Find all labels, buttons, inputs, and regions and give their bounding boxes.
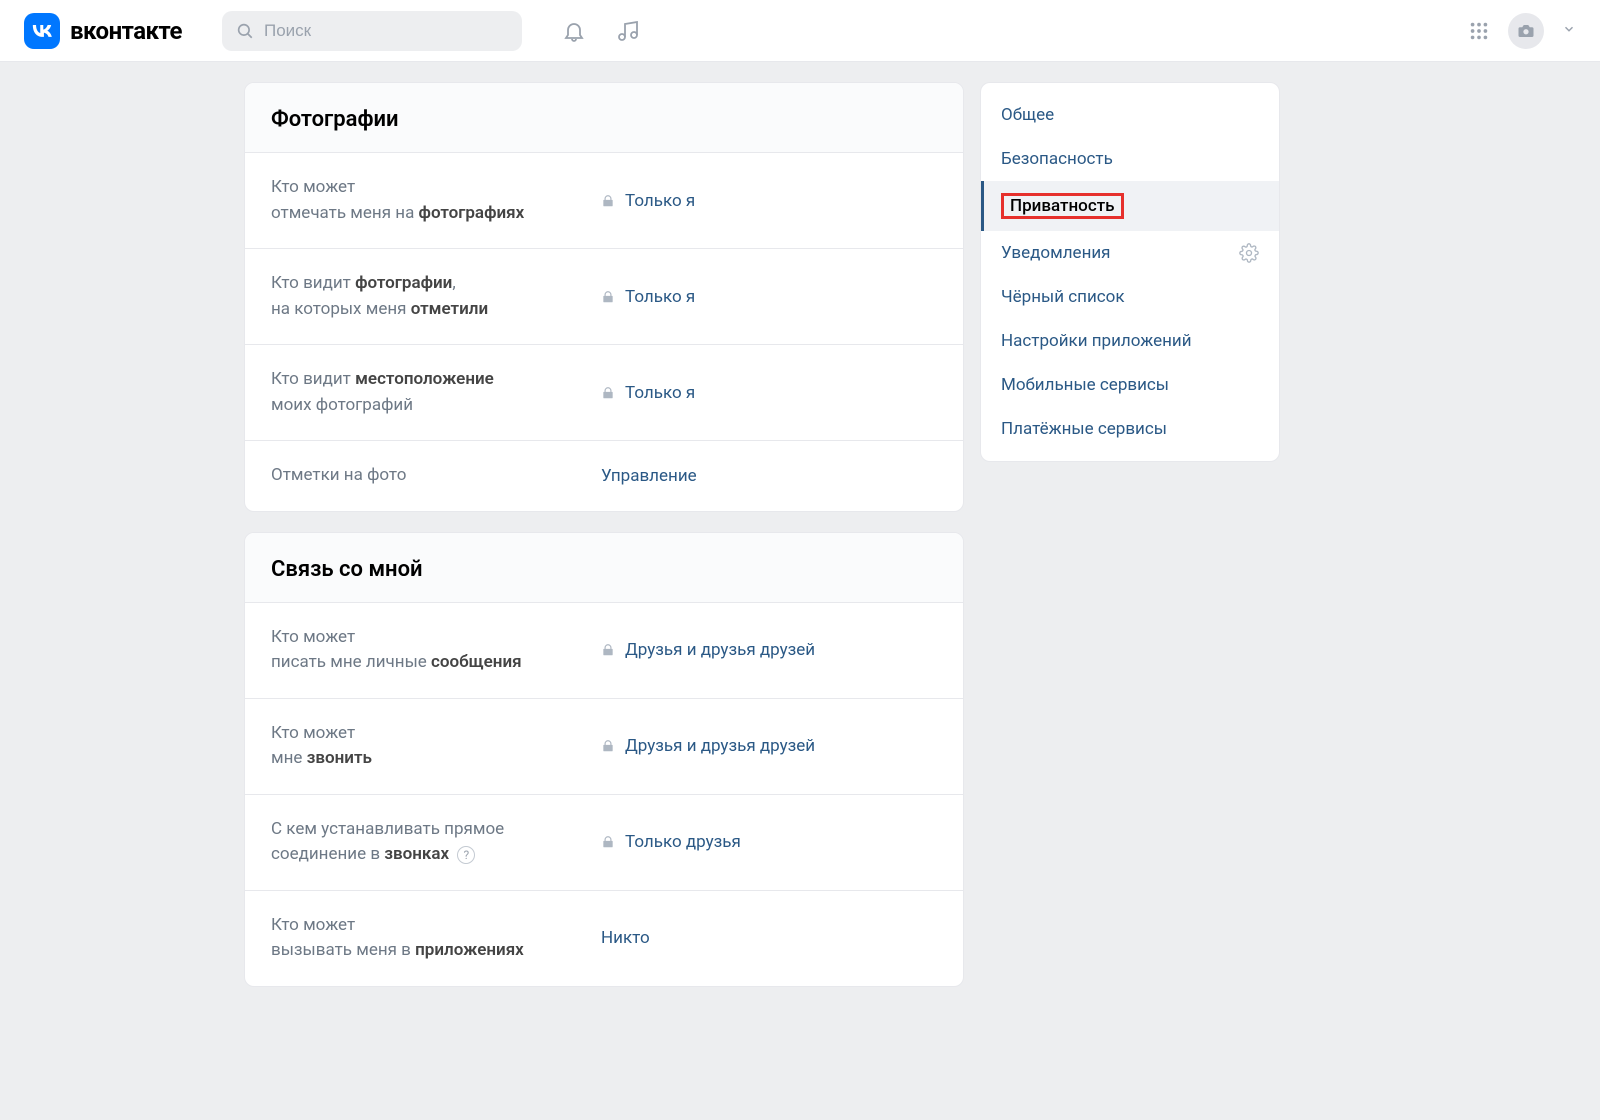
- setting-value[interactable]: Друзья и друзья друзей: [601, 640, 815, 660]
- apps-grid-icon[interactable]: [1468, 20, 1490, 42]
- sidebar-item-label: Уведомления: [1001, 243, 1111, 263]
- setting-label: Кто можетотмечать меня на фотографиях: [271, 175, 601, 226]
- setting-value-text: Только друзья: [625, 832, 741, 852]
- setting-value[interactable]: Только друзья: [601, 832, 741, 852]
- sidebar-item-label: Безопасность: [1001, 149, 1113, 169]
- setting-label: Кто можетписать мне личные сообщения: [271, 625, 601, 676]
- music-icon[interactable]: [616, 19, 640, 43]
- sidebar-item-label: Общее: [1001, 105, 1054, 125]
- search-icon: [236, 22, 254, 40]
- search-input[interactable]: [264, 21, 508, 41]
- settings-card: ФотографииКто можетотмечать меня на фото…: [244, 82, 964, 512]
- sidebar-item-label: Настройки приложений: [1001, 331, 1192, 351]
- card-title: Связь со мной: [245, 533, 963, 603]
- sidebar-item-label: Приватность: [1010, 196, 1115, 216]
- setting-row: Кто можетотмечать меня на фотографиях Тол…: [245, 153, 963, 249]
- gear-icon[interactable]: [1239, 243, 1259, 263]
- setting-row: С кем устанавливать прямоесоединение в з…: [245, 795, 963, 891]
- sidebar-item-5[interactable]: Настройки приложений: [981, 319, 1279, 363]
- search-box[interactable]: [222, 11, 522, 51]
- main-column: ФотографииКто можетотмечать меня на фото…: [244, 82, 964, 987]
- sidebar-item-7[interactable]: Платёжные сервисы: [981, 407, 1279, 451]
- lock-icon: [601, 643, 615, 657]
- setting-value[interactable]: Никто: [601, 928, 650, 948]
- lock-icon: [601, 290, 615, 304]
- sidebar-item-label: Мобильные сервисы: [1001, 375, 1169, 395]
- setting-row: Кто видит фотографии,на которых меня отм…: [245, 249, 963, 345]
- right-icons: [1468, 13, 1576, 49]
- setting-label: С кем устанавливать прямоесоединение в з…: [271, 817, 601, 868]
- logo[interactable]: вконтакте: [24, 13, 182, 49]
- lock-icon: [601, 739, 615, 753]
- sidebar-item-6[interactable]: Мобильные сервисы: [981, 363, 1279, 407]
- setting-row: Кто можетмне звонить Друзья и друзья друз…: [245, 699, 963, 795]
- sidebar-item-1[interactable]: Безопасность: [981, 137, 1279, 181]
- setting-value-text: Только я: [625, 287, 695, 307]
- setting-value-text: Управление: [601, 466, 697, 486]
- setting-label: Кто можетвызывать меня в приложениях: [271, 913, 601, 964]
- setting-value[interactable]: Только я: [601, 383, 695, 403]
- setting-value[interactable]: Друзья и друзья друзей: [601, 736, 815, 756]
- sidebar-item-0[interactable]: Общее: [981, 93, 1279, 137]
- settings-card: Связь со мнойКто можетписать мне личные …: [244, 532, 964, 987]
- setting-value-text: Друзья и друзья друзей: [625, 736, 815, 756]
- setting-value-text: Только я: [625, 383, 695, 403]
- setting-row: Отметки на фотоУправление: [245, 441, 963, 511]
- lock-icon: [601, 835, 615, 849]
- setting-label: Кто видит местоположениемоих фотографий: [271, 367, 601, 418]
- brand-text: вконтакте: [70, 17, 182, 45]
- avatar[interactable]: [1508, 13, 1544, 49]
- bell-icon[interactable]: [562, 19, 586, 43]
- setting-row: Кто видит местоположениемоих фотографий Т…: [245, 345, 963, 441]
- lock-icon: [601, 386, 615, 400]
- chevron-down-icon[interactable]: [1562, 21, 1576, 40]
- sidebar-item-4[interactable]: Чёрный список: [981, 275, 1279, 319]
- setting-label: Кто можетмне звонить: [271, 721, 601, 772]
- setting-row: Кто можетвызывать меня в приложенияхНикт…: [245, 891, 963, 986]
- setting-label: Кто видит фотографии,на которых меня отм…: [271, 271, 601, 322]
- settings-sidebar: Общее Безопасность Приватность Уведомления Ч…: [980, 82, 1280, 462]
- setting-value[interactable]: Только я: [601, 191, 695, 211]
- topbar: вконтакте: [0, 0, 1600, 62]
- setting-value-text: Никто: [601, 928, 650, 948]
- sidebar-item-label: Чёрный список: [1001, 287, 1125, 307]
- card-title: Фотографии: [245, 83, 963, 153]
- sidebar-item-3[interactable]: Уведомления: [981, 231, 1279, 275]
- setting-label: Отметки на фото: [271, 463, 601, 489]
- top-icons: [562, 19, 640, 43]
- sidebar-item-2[interactable]: Приватность: [981, 181, 1279, 231]
- highlight-box: Приватность: [1001, 193, 1124, 219]
- setting-value-text: Друзья и друзья друзей: [625, 640, 815, 660]
- lock-icon: [601, 194, 615, 208]
- sidebar-item-label: Платёжные сервисы: [1001, 419, 1167, 439]
- logo-badge: [24, 13, 60, 49]
- setting-value[interactable]: Только я: [601, 287, 695, 307]
- setting-value[interactable]: Управление: [601, 466, 697, 486]
- setting-value-text: Только я: [625, 191, 695, 211]
- setting-row: Кто можетписать мне личные сообщения Друз…: [245, 603, 963, 699]
